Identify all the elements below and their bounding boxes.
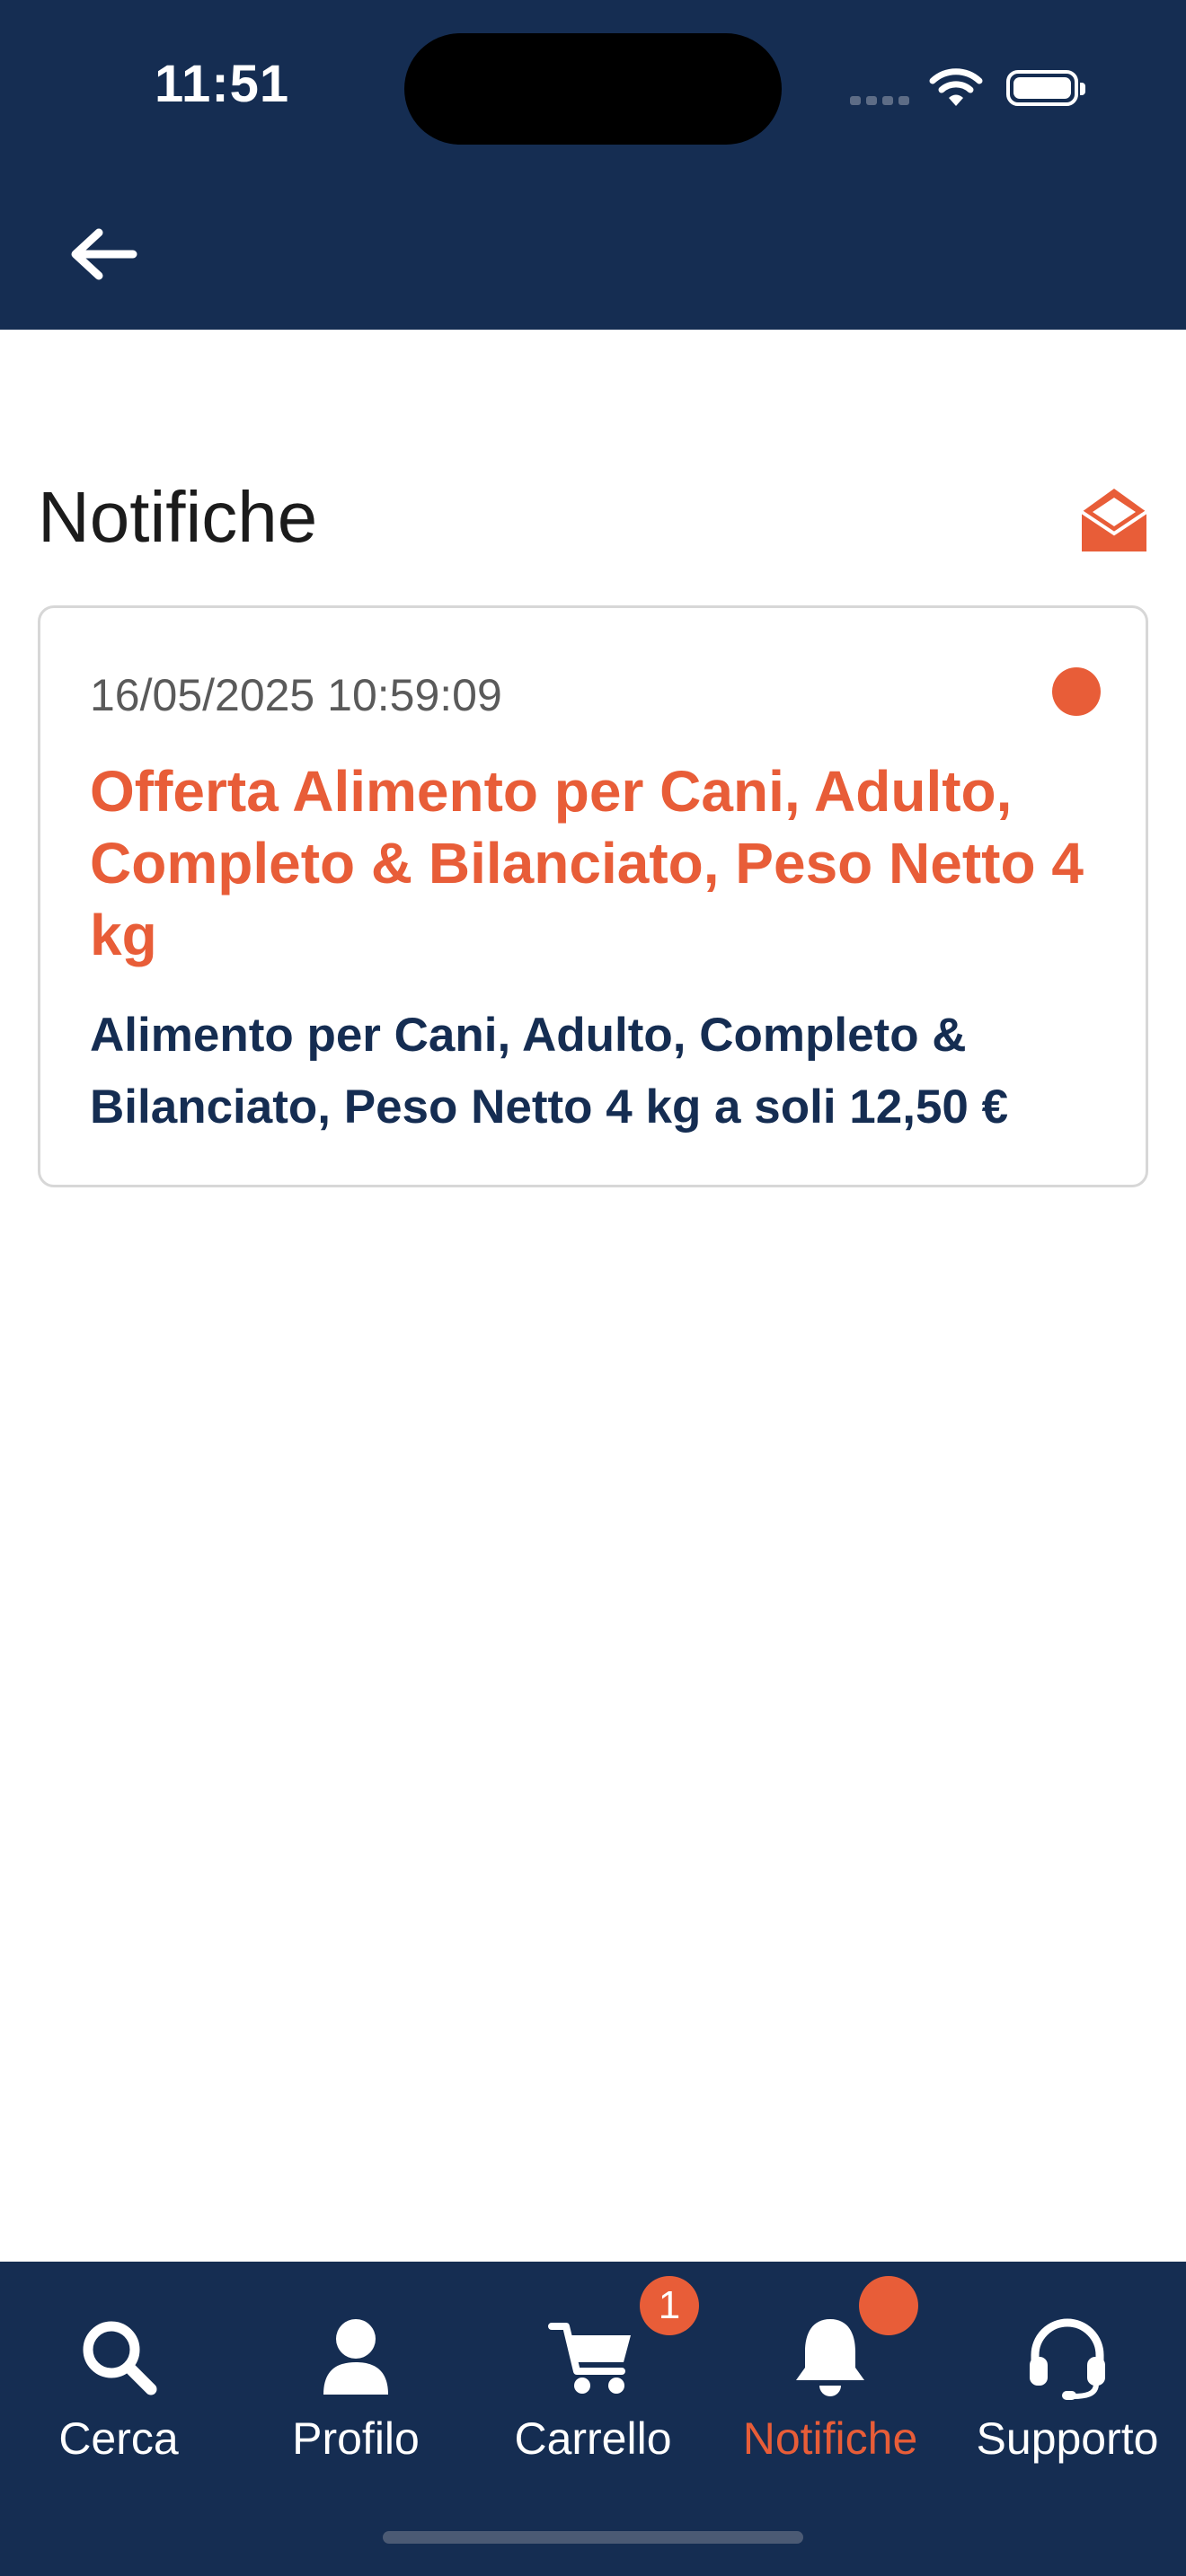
tab-bar: Cerca Profilo Carrello 1 Notifiche Suppo… xyxy=(0,2262,1186,2576)
cellular-signal-icon xyxy=(850,93,915,110)
tab-cerca[interactable]: Cerca xyxy=(0,2262,237,2477)
tab-label: Notifiche xyxy=(742,2413,918,2464)
page-title: Notifiche xyxy=(38,477,318,557)
cart-icon xyxy=(548,2323,631,2394)
search-icon xyxy=(83,2321,157,2395)
user-icon xyxy=(323,2319,388,2395)
wifi-icon xyxy=(929,68,983,106)
tab-carrello[interactable]: Carrello 1 xyxy=(474,2262,712,2477)
tab-label: Carrello xyxy=(514,2413,672,2464)
back-button[interactable] xyxy=(65,221,142,287)
notification-card[interactable]: 16/05/2025 10:59:09 Offerta Alimento per… xyxy=(38,605,1148,1187)
notification-title: Offerta Alimento per Cani, Adulto, Compl… xyxy=(90,759,1084,967)
open-envelope-icon[interactable] xyxy=(1080,485,1148,553)
headset-icon xyxy=(1030,2318,1105,2400)
cart-count-badge: 1 xyxy=(640,2276,699,2335)
top-bar: 11:51 xyxy=(0,0,1186,330)
notification-date: 16/05/2025 10:59:09 xyxy=(90,670,502,720)
tab-label: Profilo xyxy=(292,2413,420,2464)
arrow-left-icon xyxy=(71,228,137,280)
tab-label: Cerca xyxy=(58,2413,179,2464)
notification-dot xyxy=(859,2276,918,2335)
tab-supporto[interactable]: Supporto xyxy=(949,2262,1186,2477)
notification-body: Alimento per Cani, Adulto, Completo & Bi… xyxy=(90,1009,1009,1134)
battery-icon xyxy=(1006,70,1085,106)
home-indicator xyxy=(383,2531,803,2544)
tab-profilo[interactable]: Profilo xyxy=(237,2262,474,2477)
tab-label: Supporto xyxy=(976,2413,1159,2464)
status-time: 11:51 xyxy=(155,55,290,113)
dynamic-island xyxy=(404,33,782,145)
tab-notifiche[interactable]: Notifiche xyxy=(712,2262,949,2477)
unread-indicator xyxy=(1052,667,1101,716)
bell-icon xyxy=(796,2319,864,2396)
